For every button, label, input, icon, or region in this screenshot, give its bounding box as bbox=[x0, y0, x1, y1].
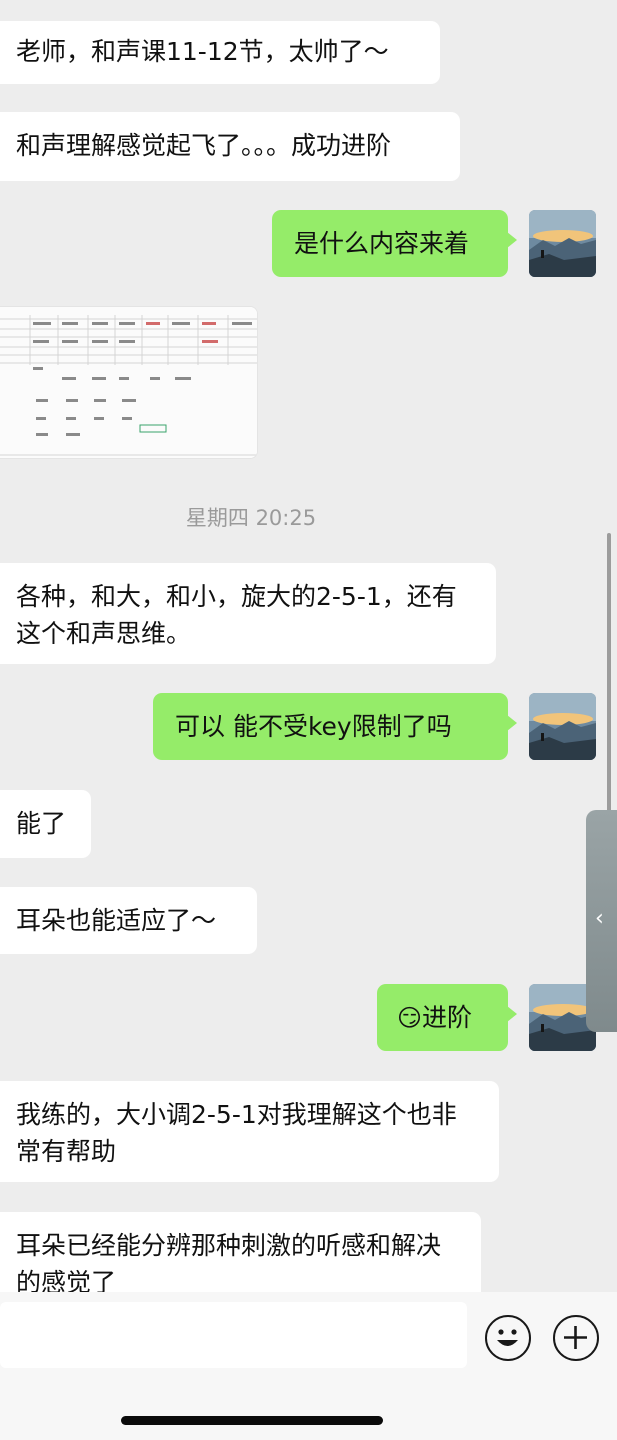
emoji-face-icon bbox=[497, 1329, 518, 1346]
message-text: 能了 bbox=[16, 809, 67, 838]
chevron-left-icon: ‹ bbox=[595, 906, 604, 931]
message-text: 我练的，大小调2-5-1对我理解这个也非常有帮助 bbox=[16, 1100, 457, 1166]
message-input[interactable] bbox=[0, 1302, 467, 1368]
message-text: 和声理解感觉起飞了。。。成功进阶 bbox=[16, 131, 392, 160]
mountain-sunset-avatar-image bbox=[529, 210, 596, 277]
home-indicator[interactable] bbox=[121, 1416, 383, 1425]
smirk-emoji-icon: 😏 bbox=[397, 1004, 423, 1032]
user-avatar[interactable] bbox=[529, 210, 596, 277]
message-sent[interactable]: 可以 能不受key限制了吗 bbox=[153, 693, 517, 760]
message-received[interactable]: 老师，和声课11-12节，太帅了～ bbox=[0, 21, 440, 84]
plus-icon bbox=[564, 1326, 587, 1349]
floating-side-handle[interactable]: ‹ bbox=[586, 810, 617, 1032]
message-sent[interactable]: 是什么内容来着 bbox=[272, 210, 517, 277]
message-text: 是什么内容来着 bbox=[294, 229, 470, 258]
message-received[interactable]: 和声理解感觉起飞了。。。成功进阶 bbox=[0, 112, 460, 181]
chat-timestamp: 星期四 20:25 bbox=[185, 506, 317, 530]
chord-table-image bbox=[0, 307, 257, 458]
message-text: 可以 能不受key限制了吗 bbox=[175, 712, 452, 741]
message-text: 耳朵已经能分辨那种刺激的听感和解决的感觉了 bbox=[16, 1231, 442, 1297]
message-received[interactable]: 耳朵也能适应了～ bbox=[0, 887, 257, 954]
user-avatar[interactable] bbox=[529, 693, 596, 760]
message-sent[interactable]: 😏进阶 bbox=[377, 984, 517, 1051]
message-received[interactable]: 各种，和大，和小，旋大的2-5-1，还有这个和声思维。 bbox=[0, 563, 496, 664]
message-text: 耳朵也能适应了～ bbox=[16, 906, 217, 935]
message-text: 老师，和声课11-12节，太帅了～ bbox=[16, 37, 389, 66]
message-received[interactable]: 我练的，大小调2-5-1对我理解这个也非常有帮助 bbox=[0, 1081, 499, 1182]
emoji-button[interactable] bbox=[485, 1315, 531, 1361]
mountain-sunset-avatar-image bbox=[529, 693, 596, 760]
shared-image-thumbnail[interactable] bbox=[0, 306, 258, 459]
more-button[interactable] bbox=[553, 1315, 599, 1361]
message-text: 进阶 bbox=[422, 1003, 473, 1032]
message-text: 各种，和大，和小，旋大的2-5-1，还有这个和声思维。 bbox=[16, 582, 457, 648]
message-received[interactable]: 能了 bbox=[0, 790, 91, 858]
